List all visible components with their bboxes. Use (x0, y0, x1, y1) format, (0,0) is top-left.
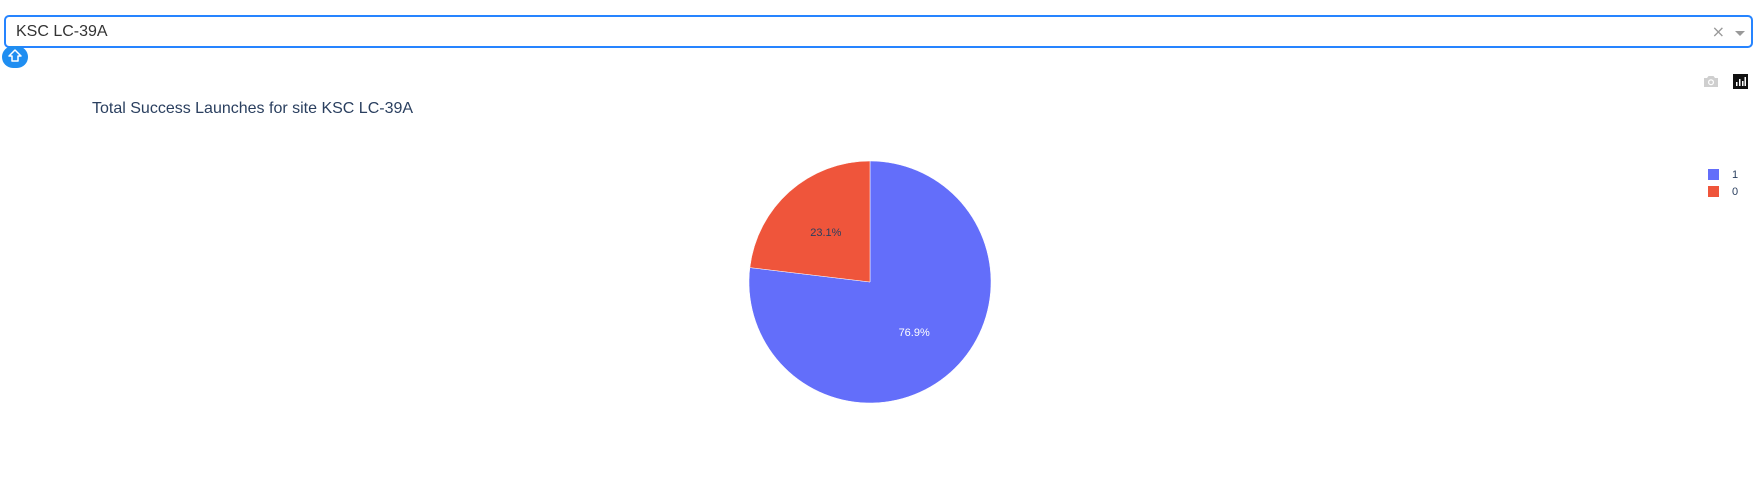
pie-chart: 76.9% 23.1% (748, 160, 992, 404)
legend-item-0[interactable]: 0 (1708, 183, 1738, 200)
pie-label-1: 76.9% (899, 327, 930, 339)
pie-label-0: 23.1% (810, 227, 841, 239)
chart-legend: 1 0 (1708, 166, 1738, 200)
legend-swatch-0 (1708, 186, 1719, 197)
legend-label-1: 1 (1732, 168, 1739, 181)
legend-swatch-1 (1708, 169, 1719, 180)
legend-item-1[interactable]: 1 (1708, 166, 1738, 183)
legend-label-0: 0 (1732, 185, 1739, 198)
pie-slice-0[interactable] (749, 160, 871, 283)
